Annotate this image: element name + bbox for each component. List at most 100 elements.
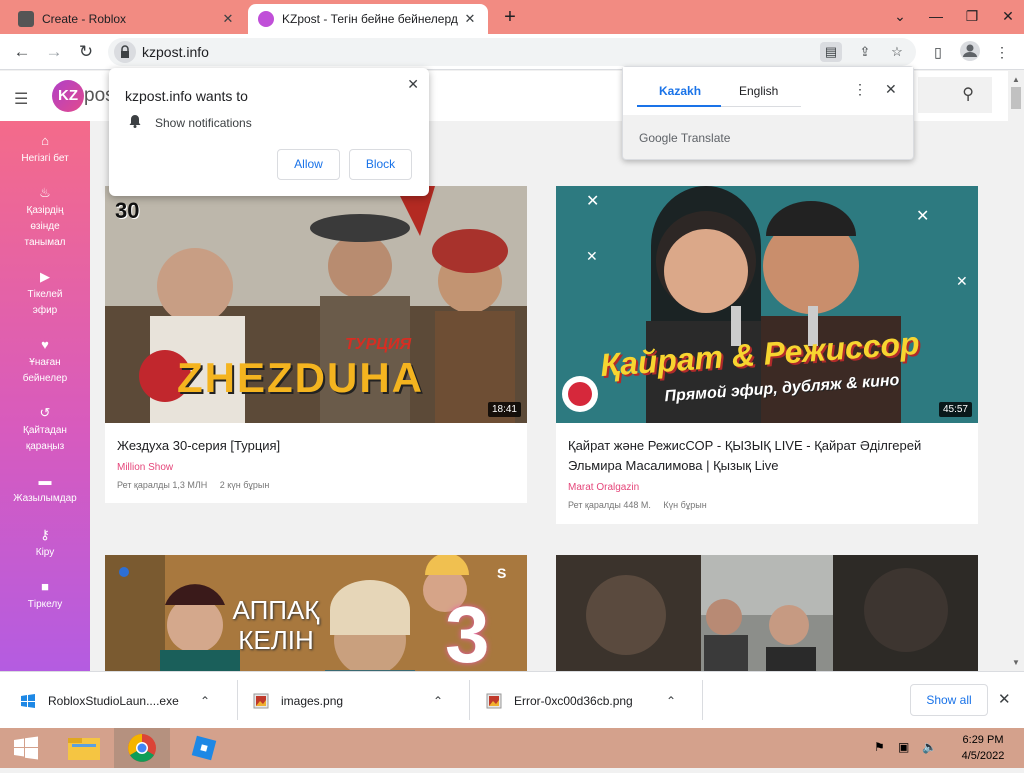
volume-muted-tray-icon[interactable]: 🔈	[922, 740, 937, 754]
reload-button[interactable]: ↻	[74, 40, 98, 64]
show-all-downloads-button[interactable]: Show all	[910, 684, 988, 716]
image-file-icon	[253, 693, 269, 709]
search-icon[interactable]: ⚲	[962, 84, 974, 104]
tab-lang-english[interactable]: English	[739, 84, 778, 98]
close-window-button[interactable]: ✕	[990, 0, 1024, 34]
video-channel[interactable]: Marat Oralgazin	[568, 482, 639, 493]
block-button[interactable]: Block	[349, 149, 412, 180]
image-file-icon	[486, 693, 502, 709]
download-item[interactable]: images.png ⌃	[253, 672, 468, 729]
history-icon: ↺	[39, 405, 51, 420]
scroll-down-arrow-icon[interactable]: ▼	[1012, 658, 1020, 667]
download-divider	[702, 680, 703, 720]
back-button[interactable]: ←	[10, 40, 34, 64]
windows-logo-icon	[14, 736, 38, 760]
forward-button[interactable]: →	[42, 40, 66, 64]
svg-text:✕: ✕	[956, 274, 968, 290]
sidebar-item-liked[interactable]: ♥ Ұнаған бейнелер	[0, 337, 90, 387]
video-thumbnail[interactable]: 30 ТУРЦИЯ ZHEZDUHA 18:41	[105, 186, 527, 423]
sidebar-item-history[interactable]: ↺ Қайтадан қараңыз	[0, 405, 90, 455]
selected-tab-indicator	[637, 105, 721, 107]
page-scrollbar[interactable]: ▲ ▼	[1008, 71, 1024, 671]
video-duration: 45:57	[938, 402, 972, 417]
thumbnail-number: 3	[445, 590, 490, 672]
search-box[interactable]: ⚲	[918, 77, 992, 113]
video-thumbnail[interactable]: ✕ ✕ ✕ ✕ Қайрат & Режиссор Прямой эфир, д…	[556, 186, 978, 423]
sidebar-item-label: Қайтадан қараңыз	[23, 425, 67, 452]
tab-title: Create - Roblox	[42, 12, 127, 26]
tab-kzpost[interactable]: KZpost - Тегін бейне бейнелерд ✕	[248, 4, 488, 34]
more-options-icon[interactable]: ⋮	[853, 81, 867, 98]
roblox-studio-taskbar-button[interactable]	[176, 728, 232, 768]
start-button[interactable]	[0, 728, 56, 768]
sidebar-item-trending[interactable]: ♨ Қазірдің өзінде танымал	[0, 185, 90, 251]
side-panel-icon[interactable]: ▯	[926, 40, 950, 64]
file-explorer-taskbar-button[interactable]	[56, 728, 112, 768]
menu-kebab-icon[interactable]: ⋮	[990, 40, 1014, 64]
close-tab-icon[interactable]: ✕	[462, 11, 478, 27]
close-tab-icon[interactable]: ✕	[220, 11, 236, 27]
allow-button[interactable]: Allow	[277, 149, 340, 180]
video-card[interactable]: ✕ ✕ ✕ ✕ Қайрат & Режиссор Прямой эфир, д…	[556, 186, 978, 524]
scroll-up-arrow-icon[interactable]: ▲	[1012, 75, 1020, 84]
site-info-lock-icon[interactable]	[114, 41, 136, 63]
system-clock[interactable]: 6:29 PM 4/5/2022	[950, 732, 1016, 764]
sidebar-item-login[interactable]: ⚷ Кіру	[0, 527, 90, 561]
site-sidebar: ⌂ Негізгі бет ♨ Қазірдің өзінде танымал …	[0, 121, 90, 671]
translate-icon[interactable]: ▤	[820, 42, 842, 62]
chevron-up-icon[interactable]: ⌃	[200, 694, 210, 708]
chevron-up-icon[interactable]: ⌃	[666, 694, 676, 708]
video-thumbnail[interactable]: S АППАҚ КЕЛІН 3	[105, 555, 527, 671]
video-views: Рет қаралды 448 М.	[568, 500, 651, 510]
video-thumbnail[interactable]	[556, 555, 978, 671]
tab-strip: Create - Roblox ✕ KZpost - Тегін бейне б…	[0, 0, 1024, 34]
tab-roblox[interactable]: Create - Roblox ✕	[8, 4, 246, 34]
video-meta: Рет қаралды 448 М. Күн бұрын	[568, 500, 717, 510]
minimize-button[interactable]: —	[918, 0, 954, 34]
network-tray-icon[interactable]: ▣	[898, 740, 909, 754]
sidebar-item-label: Тікелей эфир	[27, 289, 63, 316]
tab-search-icon[interactable]: ⌄	[882, 0, 918, 34]
clock-date: 4/5/2022	[961, 750, 1005, 762]
restore-button[interactable]: ❐	[954, 0, 990, 34]
sidebar-item-live[interactable]: ▶ Тікелей эфир	[0, 269, 90, 319]
flag-tray-icon[interactable]: ⚑	[874, 740, 885, 754]
video-age: Күн бұрын	[663, 500, 707, 510]
video-card[interactable]: 30 ТУРЦИЯ ZHEZDUHA 18:41 Жездуха 30-сери…	[105, 186, 527, 503]
fire-icon: ♨	[39, 185, 51, 200]
translate-popup: Kazakh English ⋮ ✕ Google Translate	[622, 66, 914, 160]
sidebar-item-register[interactable]: ■ Тіркелу	[0, 579, 90, 613]
close-icon[interactable]: ✕	[885, 81, 897, 98]
video-card[interactable]: S АППАҚ КЕЛІН 3	[105, 555, 527, 671]
download-divider	[237, 680, 238, 720]
chrome-taskbar-button[interactable]	[114, 728, 170, 768]
sidebar-item-subscriptions[interactable]: ▬ Жазылымдар	[0, 473, 90, 507]
scrollbar-thumb[interactable]	[1011, 87, 1021, 109]
hamburger-menu-icon[interactable]: ☰	[14, 89, 28, 109]
address-bar[interactable]: kzpost.info ▤ ⇪ ☆	[108, 38, 916, 66]
chrome-icon	[128, 734, 156, 762]
site-logo[interactable]: KZ	[52, 80, 84, 112]
tab-lang-kazakh[interactable]: Kazakh	[659, 84, 701, 98]
new-tab-button[interactable]: +	[498, 6, 522, 30]
close-icon[interactable]: ✕	[998, 690, 1011, 708]
episode-number-badge: 30	[115, 198, 140, 223]
chevron-up-icon[interactable]: ⌃	[433, 694, 443, 708]
video-channel[interactable]: Million Show	[117, 462, 173, 473]
download-item[interactable]: Error-0xc00d36cb.png ⌃	[486, 672, 701, 729]
sidebar-item-home[interactable]: ⌂ Негізгі бет	[0, 133, 90, 167]
roblox-studio-icon	[191, 735, 217, 761]
share-icon[interactable]: ⇪	[854, 42, 876, 62]
video-age: 2 күн бұрын	[219, 480, 270, 490]
thumbnail-corner-letter: S	[497, 565, 507, 581]
popup-message: Show notifications	[155, 116, 252, 130]
video-title[interactable]: Жездуха 30-серия [Турция]	[117, 436, 517, 456]
profile-avatar-icon[interactable]	[958, 40, 982, 64]
bookmark-star-icon[interactable]: ☆	[886, 42, 908, 62]
video-title[interactable]: Қайрат және РежисСОР - ҚЫЗЫҚ LIVE - Қайр…	[568, 436, 968, 476]
video-card[interactable]	[556, 555, 978, 671]
download-divider	[469, 680, 470, 720]
close-icon[interactable]: ✕	[407, 76, 419, 93]
download-item[interactable]: RobloxStudioLaun....exe ⌃	[20, 672, 235, 729]
translate-lang-tabs: Kazakh English ⋮ ✕	[623, 67, 913, 115]
